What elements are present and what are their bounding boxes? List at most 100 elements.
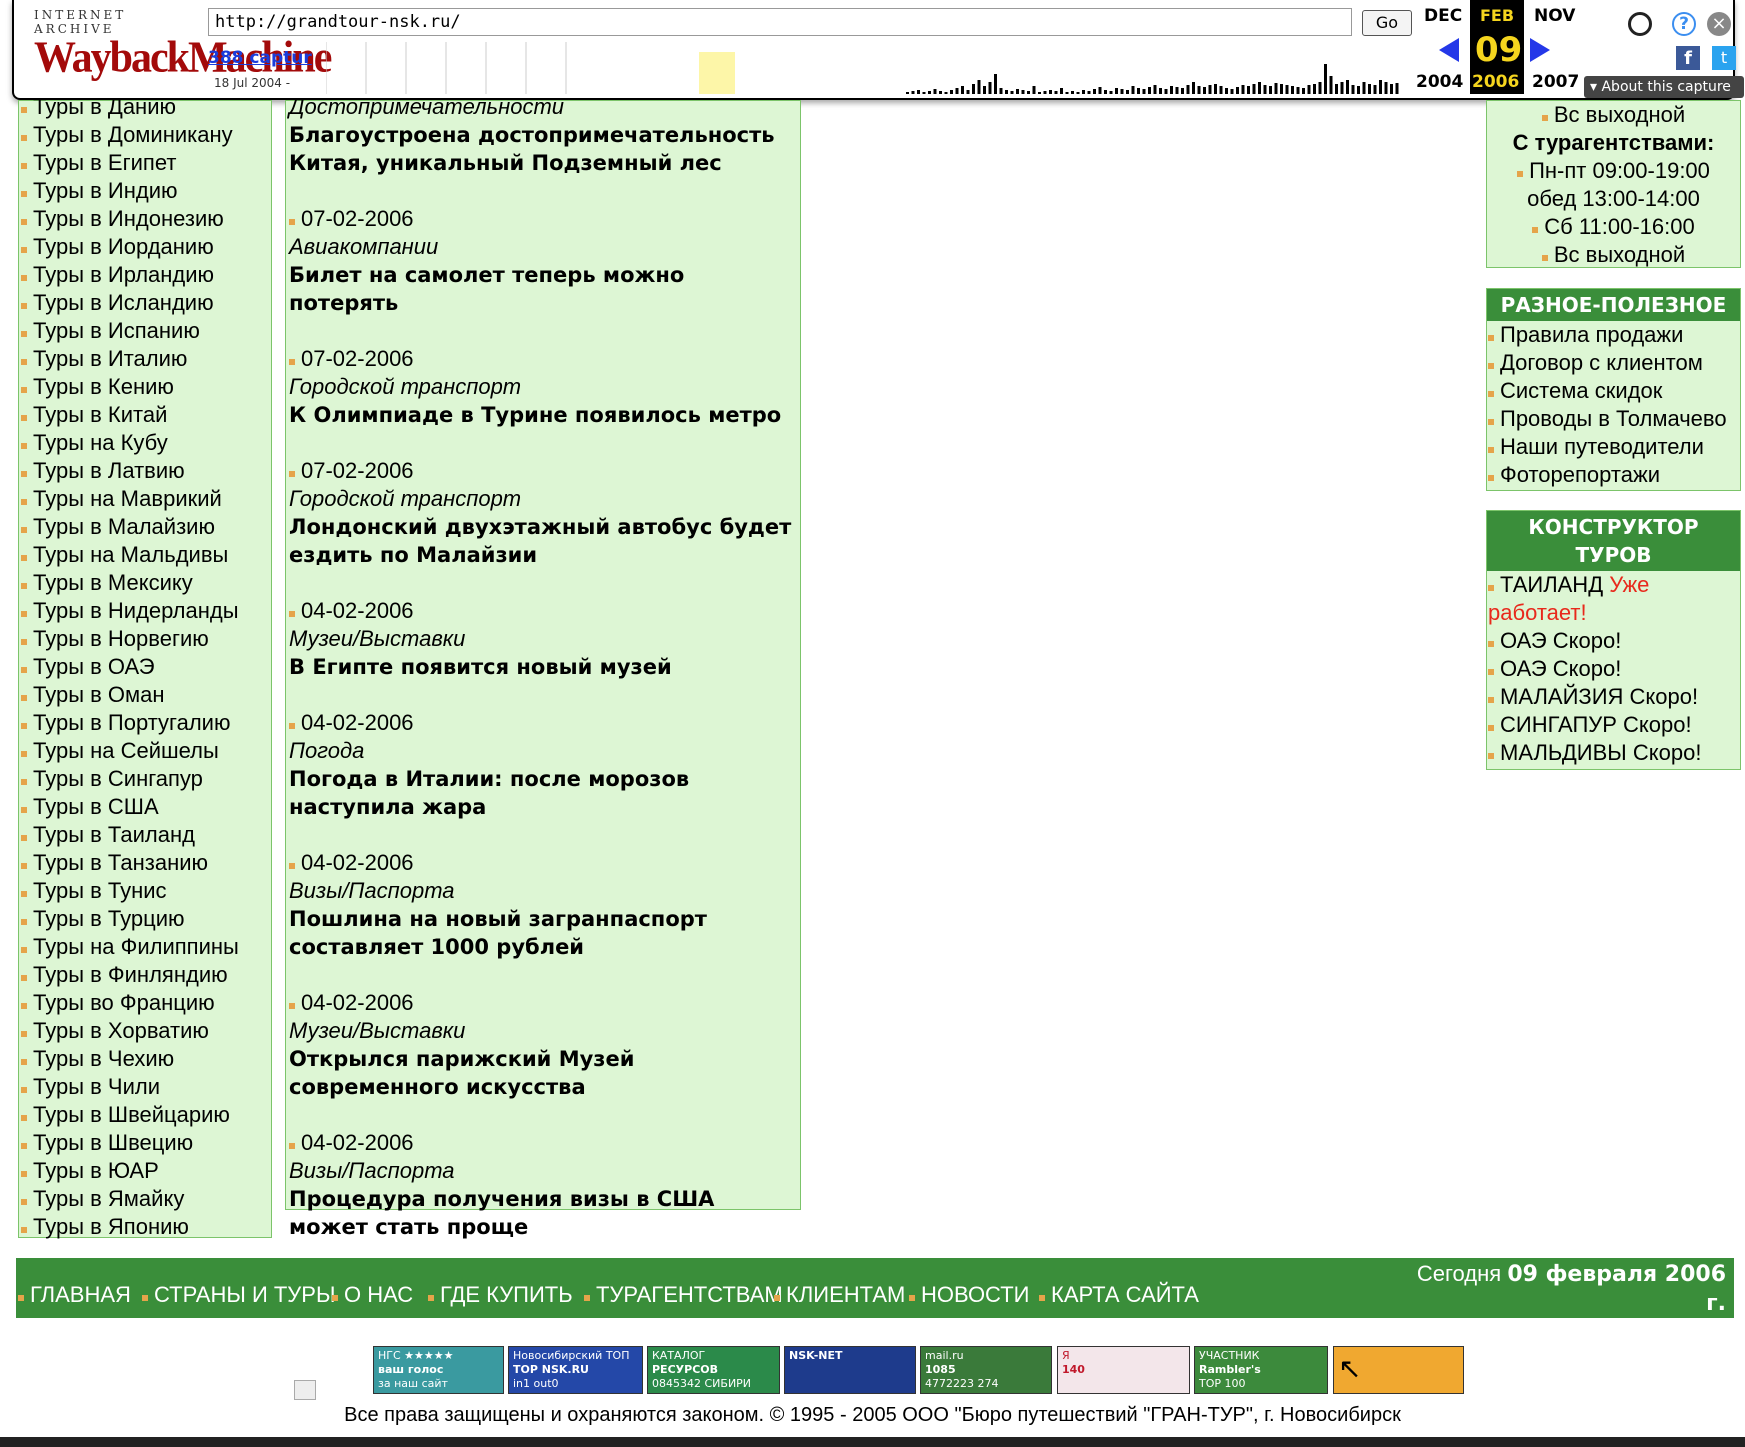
nsk-top-counter[interactable]: Новосибирский ТОП TOP NSK.RU in1 out0 [508, 1346, 643, 1394]
wayback-prev-arrow-icon[interactable] [1439, 38, 1459, 62]
tour-link[interactable]: Туры в ЮАР [19, 1157, 271, 1185]
news-title-link[interactable]: Лондонский двухэтажный автобус будет езд… [289, 513, 798, 569]
wayback-url-input[interactable] [208, 8, 1352, 36]
useful-link[interactable]: Правила продажи [1487, 321, 1740, 349]
user-icon[interactable] [1628, 12, 1652, 36]
wayback-prev-year[interactable]: 2004 [1416, 72, 1463, 92]
nsk-net-counter[interactable]: NSK-NET [784, 1346, 916, 1394]
tour-link[interactable]: Туры в Оман [19, 681, 271, 709]
tour-link[interactable]: Туры на Сейшелы [19, 737, 271, 765]
news-title-link[interactable]: Пошлина на новый загранпаспорт составляе… [289, 905, 798, 961]
help-icon[interactable]: ? [1672, 12, 1696, 36]
tour-link[interactable]: Туры на Филиппины [19, 933, 271, 961]
tour-link[interactable]: Туры в Таиланд [19, 821, 271, 849]
tour-link[interactable]: Туры в Нидерланды [19, 597, 271, 625]
news-title-link[interactable]: В Египте появится новый музей [289, 653, 798, 681]
nav-link[interactable]: ГЛАВНАЯ [18, 1282, 131, 1308]
liveinternet-counter[interactable]: ↖ [1333, 1346, 1464, 1394]
facebook-icon[interactable]: f [1676, 46, 1700, 70]
tour-link[interactable]: Туры в Мексику [19, 569, 271, 597]
tour-link[interactable]: Туры в Японию [19, 1213, 271, 1241]
tour-link[interactable]: Туры в Хорватию [19, 1017, 271, 1045]
tour-link[interactable]: Туры в Ямайку [19, 1185, 271, 1213]
twitter-icon[interactable]: t [1712, 46, 1736, 70]
yandex-counter[interactable]: Я 140 [1057, 1346, 1190, 1394]
catalog-counter[interactable]: КАТАЛОГ РЕСУРСОВ 0845342 СИБИРИ [647, 1346, 780, 1394]
useful-link[interactable]: Проводы в Толмачево [1487, 405, 1740, 433]
tour-link[interactable]: Туры на Мальдивы [19, 541, 271, 569]
tour-link[interactable]: Туры в Доминикану [19, 121, 271, 149]
tour-link[interactable]: Туры в Испанию [19, 317, 271, 345]
useful-link[interactable]: Система скидок [1487, 377, 1740, 405]
constructor-link[interactable]: ОАЭ Скоро! [1487, 627, 1740, 655]
tour-link[interactable]: Туры в Чили [19, 1073, 271, 1101]
useful-link[interactable]: Фоторепортажи [1487, 461, 1740, 489]
tour-link[interactable]: Туры в Швецию [19, 1129, 271, 1157]
tour-link[interactable]: Туры в Исландию [19, 289, 271, 317]
tour-link[interactable]: Туры в Италию [19, 345, 271, 373]
constructor-link[interactable]: МАЛЬДИВЫ Скоро! [1487, 739, 1740, 767]
nav-link[interactable]: ГДЕ КУПИТЬ [428, 1282, 573, 1308]
wayback-prev-month[interactable]: DEC [1424, 6, 1462, 26]
tour-link[interactable]: Туры в Швейцарию [19, 1101, 271, 1129]
tour-link[interactable]: Туры в Египет [19, 149, 271, 177]
news-title-link[interactable]: Открылся парижский Музей современного ис… [289, 1045, 798, 1101]
tour-link[interactable]: Туры в Китай [19, 401, 271, 429]
tour-link[interactable]: Туры на Кубу [19, 429, 271, 457]
tour-link[interactable]: Туры в Финляндию [19, 961, 271, 989]
tour-link[interactable]: Туры в Португалию [19, 709, 271, 737]
news-title-top[interactable]: Благоустроена достопримечательность Кита… [289, 121, 798, 177]
tour-link[interactable]: Туры в США [19, 793, 271, 821]
constructor-link[interactable]: ОАЭ Скоро! [1487, 655, 1740, 683]
bullet-icon [18, 1295, 24, 1301]
close-icon[interactable]: × [1707, 12, 1731, 36]
news-title-link[interactable]: Погода в Италии: после морозов наступила… [289, 765, 798, 821]
news-title-link[interactable]: К Олимпиаде в Турине появилось метро [289, 401, 798, 429]
tour-link[interactable]: Туры в Танзанию [19, 849, 271, 877]
constructor-link[interactable]: ТАИЛАНД Уже работает! [1487, 571, 1740, 627]
tour-link[interactable]: Туры в Латвию [19, 457, 271, 485]
nav-link[interactable]: КЛИЕНТАМ [774, 1282, 905, 1308]
ngs-counter[interactable]: НГС ★★★★★ ваш голос за наш сайт [373, 1346, 504, 1394]
bullet-icon [21, 919, 27, 925]
news-title-link[interactable]: Билет на самолет теперь можно потерять [289, 261, 798, 317]
news-title-link[interactable]: Процедура получения визы в США может ста… [289, 1185, 798, 1241]
wayback-next-arrow-icon[interactable] [1530, 38, 1550, 62]
tour-link[interactable]: Туры в Индонезию [19, 205, 271, 233]
wayback-next-year[interactable]: 2007 [1532, 72, 1579, 92]
tour-link[interactable]: Туры в ОАЭ [19, 653, 271, 681]
tour-link[interactable]: Туры во Францию [19, 989, 271, 1017]
tour-link[interactable]: Туры в Иорданию [19, 233, 271, 261]
tour-link[interactable]: Туры в Турцию [19, 905, 271, 933]
tour-link[interactable]: Туры в Данию [19, 93, 271, 121]
useful-link[interactable]: Наши путеводители [1487, 433, 1740, 461]
wayback-captures-link[interactable]: 388 captur [208, 48, 312, 68]
tour-link[interactable]: Туры в Малайзию [19, 513, 271, 541]
tour-link[interactable]: Туры в Кению [19, 373, 271, 401]
tour-link[interactable]: Туры в Норвегию [19, 625, 271, 653]
wayback-go-button[interactable]: Go [1362, 10, 1412, 36]
sparkline-bar [1164, 89, 1168, 94]
nav-link[interactable]: ТУРАГЕНТСТВАМ [584, 1282, 783, 1308]
tour-link[interactable]: Туры в Индию [19, 177, 271, 205]
constructor-link[interactable]: МАЛАЙЗИЯ Скоро! [1487, 683, 1740, 711]
wayback-sparkline[interactable] [326, 42, 1406, 94]
nav-link[interactable]: КАРТА САЙТА [1039, 1282, 1199, 1308]
nav-link[interactable]: СТРАНЫ И ТУРЫ [142, 1282, 335, 1308]
wayback-logo[interactable]: INTERNET ARCHIVE WaybackMachine [34, 8, 332, 88]
tour-link[interactable]: Туры в Чехию [19, 1045, 271, 1073]
tour-link[interactable]: Туры в Сингапур [19, 765, 271, 793]
tour-link[interactable]: Туры в Ирландию [19, 261, 271, 289]
wayback-next-month[interactable]: NOV [1534, 6, 1575, 26]
tour-link[interactable]: Туры в Тунис [19, 877, 271, 905]
mailru-counter[interactable]: mail.ru 1085 4772223 274 [920, 1346, 1052, 1394]
bullet-icon [21, 1031, 27, 1037]
useful-link[interactable]: Договор с клиентом [1487, 349, 1740, 377]
rambler-counter[interactable]: УЧАСТНИК Rambler's TOP 100 [1194, 1346, 1328, 1394]
constructor-link[interactable]: СИНГАПУР Скоро! [1487, 711, 1740, 739]
nav-link[interactable]: О НАС [332, 1282, 413, 1308]
bullet-icon [774, 1295, 780, 1301]
tour-link[interactable]: Туры на Маврикий [19, 485, 271, 513]
about-capture-button[interactable]: ▾ About this capture [1584, 76, 1744, 98]
nav-link[interactable]: НОВОСТИ [909, 1282, 1029, 1308]
